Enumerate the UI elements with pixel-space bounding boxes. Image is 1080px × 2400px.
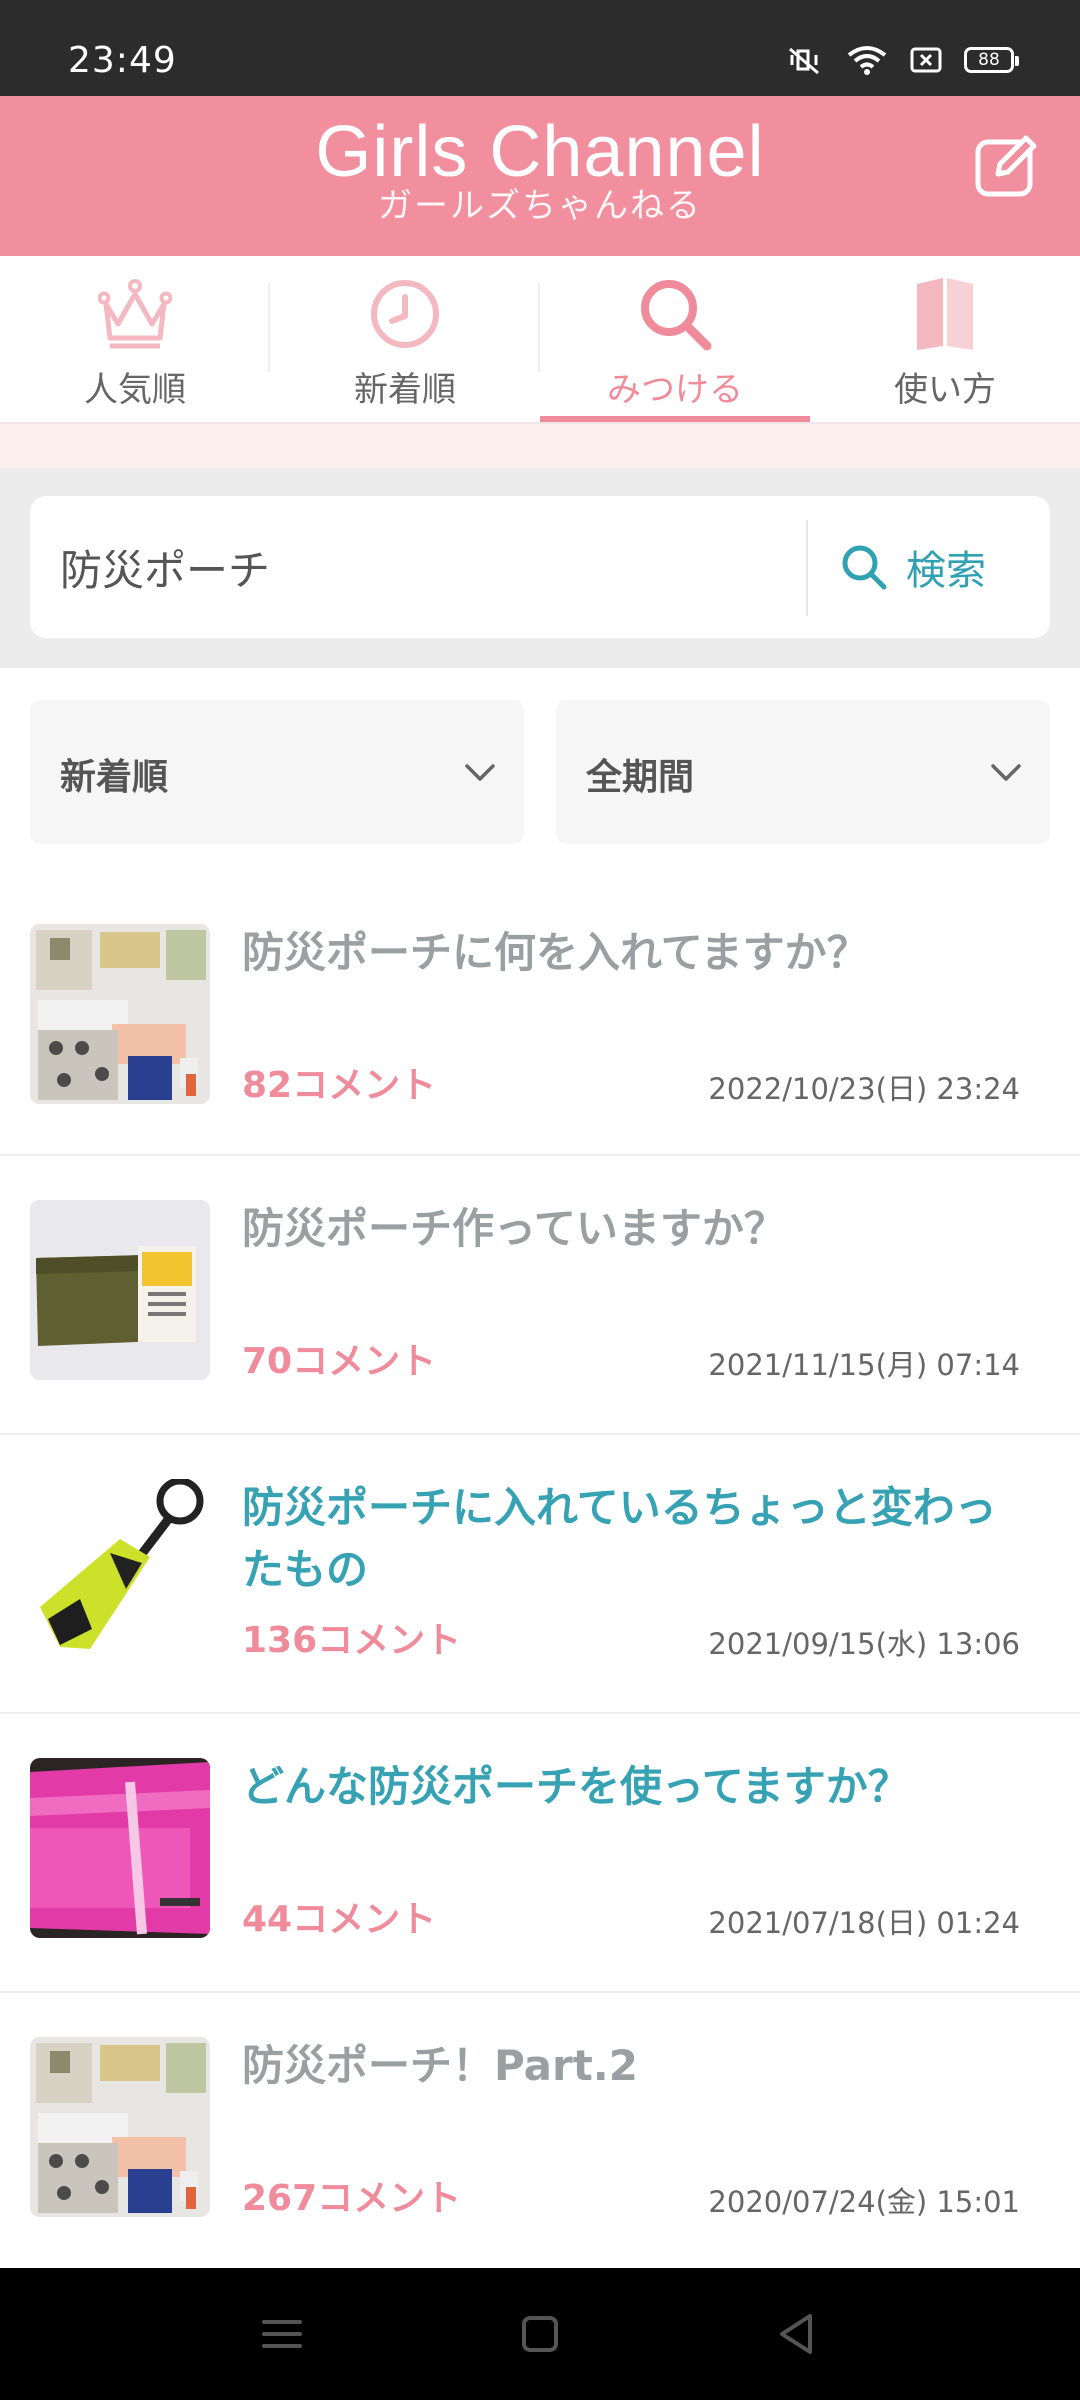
topic-date: 2020/07/24(金) 15:01 xyxy=(708,2185,1020,2219)
topic-item[interactable]: 防災ポーチに入れているちょっと変わったもの 136コメント 2021/09/15… xyxy=(0,1435,1080,1714)
search-icon xyxy=(641,280,712,351)
topic-list: 防災ポーチに何を入れてますか？ 82コメント 2022/10/23(日) 23:… xyxy=(0,880,1080,2272)
topic-title: 防災ポーチに何を入れてますか？ xyxy=(242,928,869,977)
topic-item[interactable]: どんな防災ポーチを使ってますか？ 44コメント 2021/07/18(日) 01… xyxy=(0,1714,1080,1993)
period-select-value: 全期間 xyxy=(586,757,695,798)
topic-comment-count: 70コメント xyxy=(242,1341,437,1382)
sim-x-icon xyxy=(910,47,942,73)
topic-date: 2022/10/23(日) 23:24 xyxy=(708,1072,1020,1106)
search-button-label: 検索 xyxy=(906,548,986,594)
menu-icon[interactable] xyxy=(252,2304,312,2364)
topic-title: どんな防災ポーチを使ってますか？ xyxy=(242,1762,910,1811)
search-area: 検索 xyxy=(0,468,1080,668)
topic-comment-count: 136コメント xyxy=(242,1620,462,1661)
app-logo[interactable]: Girls Channel ガールズちゃんねる xyxy=(0,112,1080,226)
header-strip xyxy=(0,424,1080,468)
search-divider xyxy=(806,520,808,616)
tab-label: 新着順 xyxy=(354,370,456,410)
topic-title: 防災ポーチ！Part.2 xyxy=(242,2041,638,2090)
tab-label: みつける xyxy=(607,370,743,410)
logo-sub-text: ガールズちゃんねる xyxy=(378,186,702,226)
status-bar: 23:49 88 xyxy=(0,0,1080,96)
tab-discover[interactable]: みつける xyxy=(540,256,810,422)
topic-thumbnail xyxy=(30,1200,210,1380)
sort-select[interactable]: 新着順 xyxy=(30,700,524,844)
search-button[interactable]: 検索 xyxy=(840,496,1040,638)
tab-popular[interactable]: 人気順 xyxy=(0,256,270,422)
compose-icon[interactable] xyxy=(972,132,1040,200)
topic-date: 2021/11/15(月) 07:14 xyxy=(708,1348,1020,1382)
topic-thumbnail xyxy=(30,924,210,1104)
tab-bar: 人気順 新着順 みつける 使い方 xyxy=(0,256,1080,424)
period-select[interactable]: 全期間 xyxy=(556,700,1050,844)
topic-title: 防災ポーチに入れているちょっと変わったもの xyxy=(242,1483,997,1594)
topic-item[interactable]: 防災ポーチ作っていますか？ 70コメント 2021/11/15(月) 07:14 xyxy=(0,1156,1080,1435)
topic-date: 2021/07/18(日) 01:24 xyxy=(708,1906,1020,1940)
search-box: 検索 xyxy=(30,496,1050,638)
logo-main-text: Girls Channel xyxy=(315,112,765,192)
tab-label: 使い方 xyxy=(894,370,996,410)
topic-comment-count: 44コメント xyxy=(242,1899,437,1940)
status-time: 23:49 xyxy=(68,40,177,81)
topic-item[interactable]: 防災ポーチ！Part.2 267コメント 2020/07/24(金) 15:01 xyxy=(0,1993,1080,2272)
status-icons: 88 xyxy=(784,44,1019,76)
system-nav-bar xyxy=(0,2268,1080,2400)
sort-select-value: 新着順 xyxy=(60,757,169,798)
topic-title: 防災ポーチ作っていますか？ xyxy=(242,1204,786,1253)
tab-howto[interactable]: 使い方 xyxy=(810,256,1080,422)
back-icon[interactable] xyxy=(766,2304,826,2364)
clock-icon xyxy=(371,280,439,348)
topic-thumbnail xyxy=(30,1479,210,1659)
mute-vibrate-icon xyxy=(789,47,819,75)
filters: 新着順 全期間 xyxy=(30,700,1050,844)
search-icon xyxy=(842,545,887,590)
search-input[interactable] xyxy=(60,496,800,638)
chevron-down-icon xyxy=(465,764,495,781)
tab-label: 人気順 xyxy=(84,370,186,410)
home-icon[interactable] xyxy=(510,2304,570,2364)
tab-new[interactable]: 新着順 xyxy=(270,256,540,422)
topic-comment-count: 82コメント xyxy=(242,1065,437,1106)
app-header: Girls Channel ガールズちゃんねる xyxy=(0,96,1080,256)
topic-thumbnail xyxy=(30,2037,210,2217)
topic-thumbnail xyxy=(30,1758,210,1938)
book-icon xyxy=(917,278,973,350)
wifi-icon xyxy=(847,46,887,75)
topic-comment-count: 267コメント xyxy=(242,2178,462,2219)
crown-icon xyxy=(98,279,172,349)
chevron-down-icon xyxy=(991,764,1021,781)
topic-date: 2021/09/15(水) 13:06 xyxy=(708,1627,1020,1661)
topic-item[interactable]: 防災ポーチに何を入れてますか？ 82コメント 2022/10/23(日) 23:… xyxy=(0,880,1080,1156)
battery-icon: 88 xyxy=(964,47,1019,73)
